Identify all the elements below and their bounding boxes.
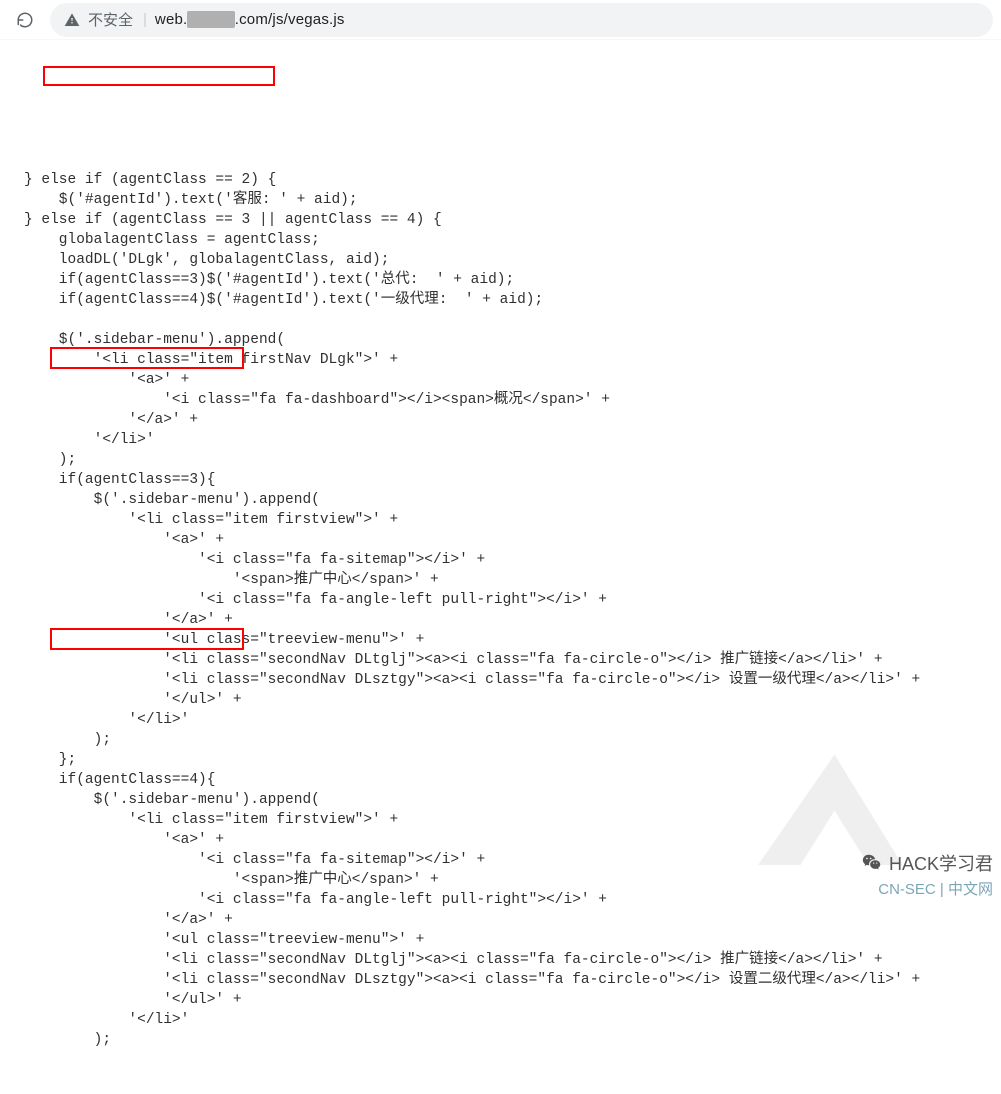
url-hidden-segment: ████: [187, 11, 234, 28]
browser-address-bar: 不安全 | web.████.com/js/vegas.js: [0, 0, 1001, 40]
code-content: } else if (agentClass == 2) { $('#agentI…: [24, 170, 977, 1050]
reload-icon: [16, 11, 34, 29]
url-divider: |: [143, 11, 147, 28]
warning-icon: [64, 12, 80, 28]
highlight-box-1: [43, 66, 275, 86]
url-text: web.████.com/js/vegas.js: [155, 11, 345, 28]
url-field[interactable]: 不安全 | web.████.com/js/vegas.js: [50, 3, 993, 37]
not-secure-label: 不安全: [88, 9, 133, 30]
reload-button[interactable]: [8, 3, 42, 37]
code-source-view[interactable]: } else if (agentClass == 2) { $('#agentI…: [0, 40, 1001, 1094]
